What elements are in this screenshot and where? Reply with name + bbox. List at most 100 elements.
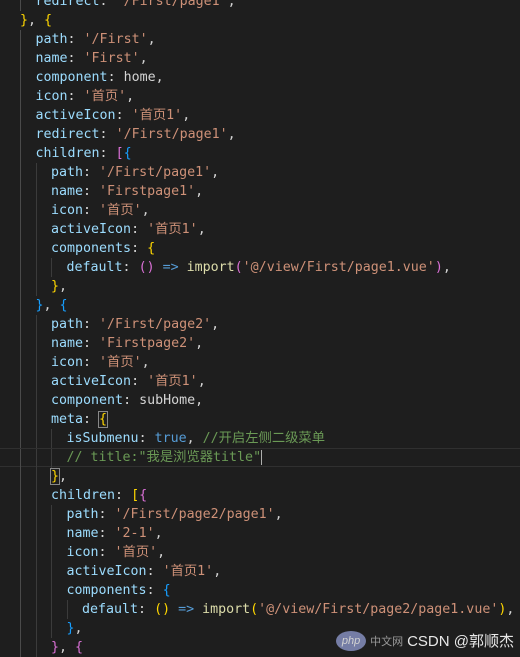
indent-guide (20, 505, 21, 524)
code-line[interactable]: name: 'Firstpage1', (0, 182, 520, 201)
code-line[interactable]: icon: '首页', (0, 87, 520, 106)
code-editor[interactable]: redirect: '/First/page1',}, {path: '/Fir… (0, 0, 520, 657)
code-line[interactable]: icon: '首页', (0, 353, 520, 372)
code-text: isSubmenu: true, //开启左侧二级菜单 (67, 429, 326, 448)
indent-guide (51, 619, 52, 638)
code-line[interactable]: }, { (0, 296, 520, 315)
code-line[interactable]: activeIcon: '首页1', (0, 372, 520, 391)
code-text: name: '2-1', (67, 524, 163, 543)
code-token: ) (434, 260, 443, 275)
watermark: php 中文网 CSDN @郭顺杰 (336, 630, 514, 651)
indent-guide (35, 638, 37, 657)
code-token: , (139, 51, 148, 66)
indent-guide (20, 524, 21, 543)
code-token: '首页1' (147, 374, 198, 389)
indent-guide (35, 600, 37, 619)
indent-guide (20, 144, 21, 163)
code-token: name (51, 336, 84, 351)
code-token: , (227, 0, 236, 9)
code-line[interactable]: path: '/First/page2', (0, 315, 520, 334)
code-token: , (197, 222, 206, 237)
code-token: => (170, 602, 203, 617)
code-token: import (202, 602, 251, 617)
code-line[interactable]: default: () => import('@/view/First/page… (0, 258, 520, 277)
code-text: path: '/First/page1', (51, 163, 219, 182)
code-line[interactable]: path: '/First', (0, 30, 520, 49)
code-text: activeIcon: '首页1', (67, 562, 222, 581)
indent-guide (51, 505, 52, 524)
indent-guide (20, 562, 21, 581)
code-token: : (67, 32, 84, 47)
code-line[interactable]: icon: '首页', (0, 543, 520, 562)
code-line[interactable]: name: 'Firstpage2', (0, 334, 520, 353)
code-line[interactable]: path: '/First/page2/page1', (0, 505, 520, 524)
indent-guide (35, 315, 37, 334)
code-token: '/First/page2' (99, 317, 212, 332)
code-text: name: 'Firstpage2', (51, 334, 203, 353)
code-line[interactable]: redirect: '/First/page1', (0, 0, 520, 11)
code-token: , (186, 431, 203, 446)
code-line[interactable]: children: [{ (0, 486, 520, 505)
code-line[interactable]: }, { (0, 11, 520, 30)
indent-guide (20, 296, 21, 315)
code-token: ( (250, 602, 259, 617)
code-token: { (44, 13, 53, 28)
code-line[interactable]: path: '/First/page1', (0, 163, 520, 182)
code-token: , (59, 469, 68, 484)
code-token: : (146, 583, 163, 598)
code-token: //开启左侧二级菜单 (202, 431, 326, 446)
code-text: // title:"我是浏览器title" (67, 449, 263, 466)
code-token: [ (131, 488, 140, 503)
code-token: , (59, 640, 76, 655)
code-token: : (115, 108, 132, 123)
code-token: '首页' (83, 89, 127, 104)
code-text: components: { (51, 239, 155, 258)
indent-guide (20, 410, 21, 429)
code-token: , (195, 336, 204, 351)
code-line[interactable]: }, (0, 467, 520, 486)
code-token: icon (66, 545, 99, 560)
indent-guide (35, 182, 37, 201)
code-line[interactable]: name: '2-1', (0, 524, 520, 543)
indent-guide (51, 258, 52, 277)
code-token: '首页' (99, 355, 142, 370)
indent-guide (20, 258, 21, 277)
code-line[interactable]: components: { (0, 239, 520, 258)
code-line[interactable]: redirect: '/First/page1', (0, 125, 520, 144)
code-token: : (67, 51, 84, 66)
code-line[interactable]: default: () => import('@/view/First/page… (0, 600, 520, 619)
indent-guide (20, 619, 21, 638)
code-line[interactable]: activeIcon: '首页1', (0, 220, 520, 239)
code-line[interactable]: name: 'First', (0, 49, 520, 68)
code-line[interactable]: component: home, (0, 68, 520, 87)
code-line[interactable]: activeIcon: '首页1', (0, 106, 520, 125)
indent-guide (20, 201, 21, 220)
code-line[interactable]: meta: { (0, 410, 520, 429)
code-text: redirect: '/First/page1', (36, 125, 236, 144)
code-line[interactable]: isSubmenu: true, //开启左侧二级菜单 (0, 429, 520, 448)
indent-guide (20, 486, 21, 505)
code-token: : (131, 374, 148, 389)
code-text: icon: '首页', (51, 353, 150, 372)
indent-guide (20, 543, 21, 562)
indent-guide (35, 449, 37, 468)
code-token: { (59, 298, 68, 313)
code-line[interactable]: }, (0, 277, 520, 296)
code-line[interactable]: activeIcon: '首页1', (0, 562, 520, 581)
code-text: }, { (51, 638, 83, 657)
code-line[interactable]: children: [{ (0, 144, 520, 163)
code-line[interactable]: icon: '首页', (0, 201, 520, 220)
indent-guide (51, 543, 52, 562)
code-token: , (195, 393, 204, 408)
code-token: '@/view/First/page2/page1.vue' (258, 602, 499, 617)
indent-guide (20, 106, 21, 125)
indent-guide (35, 524, 37, 543)
code-line[interactable]: // title:"我是浏览器title" (0, 448, 520, 468)
code-line[interactable]: components: { (0, 581, 520, 600)
indent-guide (20, 334, 21, 353)
code-token: : (83, 412, 100, 427)
code-line[interactable]: component: subHome, (0, 391, 520, 410)
code-token: { (98, 411, 109, 428)
indent-guide (20, 467, 21, 486)
code-token: component (35, 70, 108, 85)
